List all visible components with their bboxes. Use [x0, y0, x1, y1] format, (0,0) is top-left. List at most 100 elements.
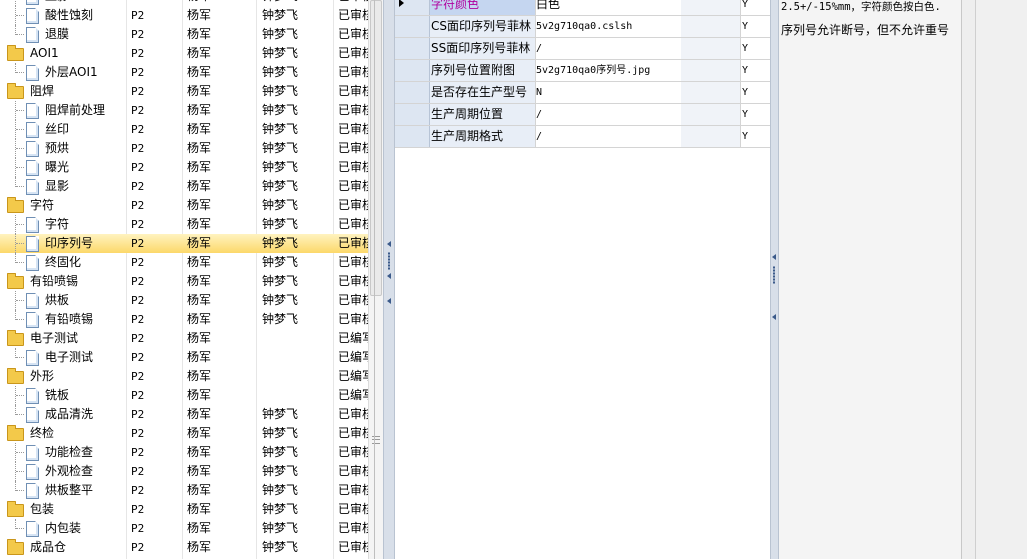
- tree-node[interactable]: 烘板: [0, 291, 124, 310]
- tree-row[interactable]: 阻焊前处理 P2 杨军 钟梦飞 已审核: [0, 101, 368, 120]
- param-extra[interactable]: [681, 16, 741, 37]
- param-flag[interactable]: Y: [741, 104, 770, 125]
- tree-row[interactable]: 成品仓 P2 杨军 钟梦飞 已审核: [0, 538, 368, 557]
- row-indicator[interactable]: [395, 16, 430, 37]
- tree-row[interactable]: 烘板整平 P2 杨军 钟梦飞 已审核: [0, 481, 368, 500]
- param-value[interactable]: 5v2g710qa0序列号.jpg: [535, 60, 682, 81]
- param-flag[interactable]: Y: [741, 60, 770, 81]
- tree-node[interactable]: 有铅喷锡: [0, 310, 124, 329]
- tree-row[interactable]: 曝光 P2 杨军 钟梦飞 已审核: [0, 158, 368, 177]
- tree-node[interactable]: 内包装: [0, 519, 124, 538]
- param-extra[interactable]: [681, 38, 741, 59]
- tree-row[interactable]: 铣板 P2 杨军 已编写: [0, 386, 368, 405]
- tree-node[interactable]: 成品仓: [0, 538, 124, 557]
- param-value[interactable]: /: [535, 126, 682, 147]
- tree-node[interactable]: 外层AOI1: [0, 63, 124, 82]
- param-value[interactable]: 5v2g710qa0.cslsh: [535, 16, 682, 37]
- parameter-grid[interactable]: 字符颜色 白色 Y CS面印序列号菲林 5v2g710qa0.cslsh Y SS面印序列号…: [395, 0, 770, 559]
- param-flag[interactable]: Y: [741, 82, 770, 103]
- param-row[interactable]: SS面印序列号菲林 / Y: [395, 38, 770, 60]
- tree-node[interactable]: 酸性蚀刻: [0, 6, 124, 25]
- tree-row[interactable]: 有铅喷锡 P2 杨军 钟梦飞 已审核: [0, 310, 368, 329]
- row-indicator[interactable]: [395, 82, 430, 103]
- row-indicator[interactable]: [395, 60, 430, 81]
- param-value[interactable]: /: [535, 38, 682, 59]
- tree-row[interactable]: 外观检查 P2 杨军 钟梦飞 已审核: [0, 462, 368, 481]
- process-tree-grid[interactable]: 显影P2杨军钟梦飞已审核酸性蚀刻P2杨军钟梦飞已审核退膜P2杨军钟梦飞已审核AO…: [0, 0, 368, 559]
- scrollbar-thumb[interactable]: [370, 0, 382, 296]
- tree-node[interactable]: 电子测试: [0, 348, 124, 367]
- tree-row[interactable]: 终固化 P2 杨军 钟梦飞 已审核: [0, 253, 368, 272]
- param-value[interactable]: /: [535, 104, 682, 125]
- tree-node[interactable]: 终检: [0, 424, 124, 443]
- tree-node[interactable]: 包装: [0, 500, 124, 519]
- tree-row[interactable]: 有铅喷锡 P2 杨军 钟梦飞 已审核: [0, 272, 368, 291]
- param-flag[interactable]: Y: [741, 16, 770, 37]
- param-flag[interactable]: Y: [741, 0, 770, 15]
- tree-node[interactable]: 曝光: [0, 158, 124, 177]
- tree-row[interactable]: 酸性蚀刻 P2 杨军 钟梦飞 已审核: [0, 6, 368, 25]
- tree-node[interactable]: 退膜: [0, 25, 124, 44]
- tree-node[interactable]: 有铅喷锡: [0, 272, 124, 291]
- notes-vertical-scrollbar[interactable]: [962, 0, 976, 559]
- collapse-right-arrow-icon[interactable]: [772, 254, 776, 260]
- tree-node[interactable]: 电子测试: [0, 329, 124, 348]
- tree-row[interactable]: 字符 P2 杨军 钟梦飞 已审核: [0, 196, 368, 215]
- right-splitter[interactable]: [770, 0, 779, 559]
- tree-row[interactable]: AOI1 P2 杨军 钟梦飞 已审核: [0, 44, 368, 63]
- collapse-left-arrow-icon-2[interactable]: [387, 273, 391, 279]
- tree-row[interactable]: 丝印 P2 杨军 钟梦飞 已审核: [0, 120, 368, 139]
- tree-node[interactable]: 功能检查: [0, 443, 124, 462]
- param-flag[interactable]: Y: [741, 38, 770, 59]
- tree-row[interactable]: 外层AOI1 P2 杨军 钟梦飞 已审核: [0, 63, 368, 82]
- tree-row[interactable]: 预烘 P2 杨军 钟梦飞 已审核: [0, 139, 368, 158]
- tree-row[interactable]: 功能检查 P2 杨军 钟梦飞 已审核: [0, 443, 368, 462]
- tree-row[interactable]: 电子测试 P2 杨军 已编写: [0, 329, 368, 348]
- tree-node[interactable]: 印序列号: [0, 234, 124, 253]
- tree-node[interactable]: 阻焊: [0, 82, 124, 101]
- tree-row[interactable]: 成品清洗 P2 杨军 钟梦飞 已审核: [0, 405, 368, 424]
- tree-row[interactable]: 包装 P2 杨军 钟梦飞 已审核: [0, 500, 368, 519]
- param-row[interactable]: 是否存在生产型号 N Y: [395, 82, 770, 104]
- row-indicator[interactable]: [395, 126, 430, 147]
- tree-node[interactable]: 显影: [0, 177, 124, 196]
- param-row[interactable]: 生产周期位置 / Y: [395, 104, 770, 126]
- collapse-left-arrow-icon-3[interactable]: [387, 298, 391, 304]
- tree-node[interactable]: 外形: [0, 367, 124, 386]
- tree-node[interactable]: 终固化: [0, 253, 124, 272]
- tree-node[interactable]: 阻焊前处理: [0, 101, 124, 120]
- param-value[interactable]: 白色: [535, 0, 682, 15]
- param-row[interactable]: 字符颜色 白色 Y: [395, 0, 770, 16]
- param-row[interactable]: 生产周期格式 / Y: [395, 126, 770, 148]
- tree-row[interactable]: 阻焊 P2 杨军 钟梦飞 已审核: [0, 82, 368, 101]
- tree-row[interactable]: 终检 P2 杨军 钟梦飞 已审核: [0, 424, 368, 443]
- param-extra[interactable]: [681, 60, 741, 81]
- row-indicator[interactable]: [395, 38, 430, 59]
- param-extra[interactable]: [681, 126, 741, 147]
- collapse-left-arrow-icon[interactable]: [387, 241, 391, 247]
- param-flag[interactable]: Y: [741, 126, 770, 147]
- param-row[interactable]: CS面印序列号菲林 5v2g710qa0.cslsh Y: [395, 16, 770, 38]
- param-extra[interactable]: [681, 104, 741, 125]
- collapse-right-arrow-icon-2[interactable]: [772, 314, 776, 320]
- tree-row[interactable]: 外形 P2 杨军 已编写: [0, 367, 368, 386]
- tree-row[interactable]: 内包装 P2 杨军 钟梦飞 已审核: [0, 519, 368, 538]
- notes-panel[interactable]: 2.5+/-15%mm，字符颜色按白色. 序列号允许断号，但不允许重号: [779, 0, 962, 559]
- tree-row[interactable]: 显影 P2 杨军 钟梦飞 已审核: [0, 177, 368, 196]
- tree-vertical-scrollbar[interactable]: [368, 0, 384, 559]
- param-value[interactable]: N: [535, 82, 682, 103]
- tree-node[interactable]: 字符: [0, 196, 124, 215]
- tree-node[interactable]: 字符: [0, 215, 124, 234]
- tree-node[interactable]: 成品清洗: [0, 405, 124, 424]
- row-indicator[interactable]: [395, 0, 430, 15]
- tree-row[interactable]: 退膜 P2 杨军 钟梦飞 已审核: [0, 25, 368, 44]
- param-extra[interactable]: [681, 82, 741, 103]
- tree-node[interactable]: AOI1: [0, 44, 124, 63]
- tree-row[interactable]: 电子测试 P2 杨军 已编写: [0, 348, 368, 367]
- tree-row[interactable]: 印序列号 P2 杨军 钟梦飞 已审核: [0, 234, 368, 253]
- row-indicator[interactable]: [395, 104, 430, 125]
- tree-row[interactable]: 烘板 P2 杨军 钟梦飞 已审核: [0, 291, 368, 310]
- left-splitter[interactable]: [383, 0, 395, 559]
- tree-node[interactable]: 烘板整平: [0, 481, 124, 500]
- tree-node[interactable]: 丝印: [0, 120, 124, 139]
